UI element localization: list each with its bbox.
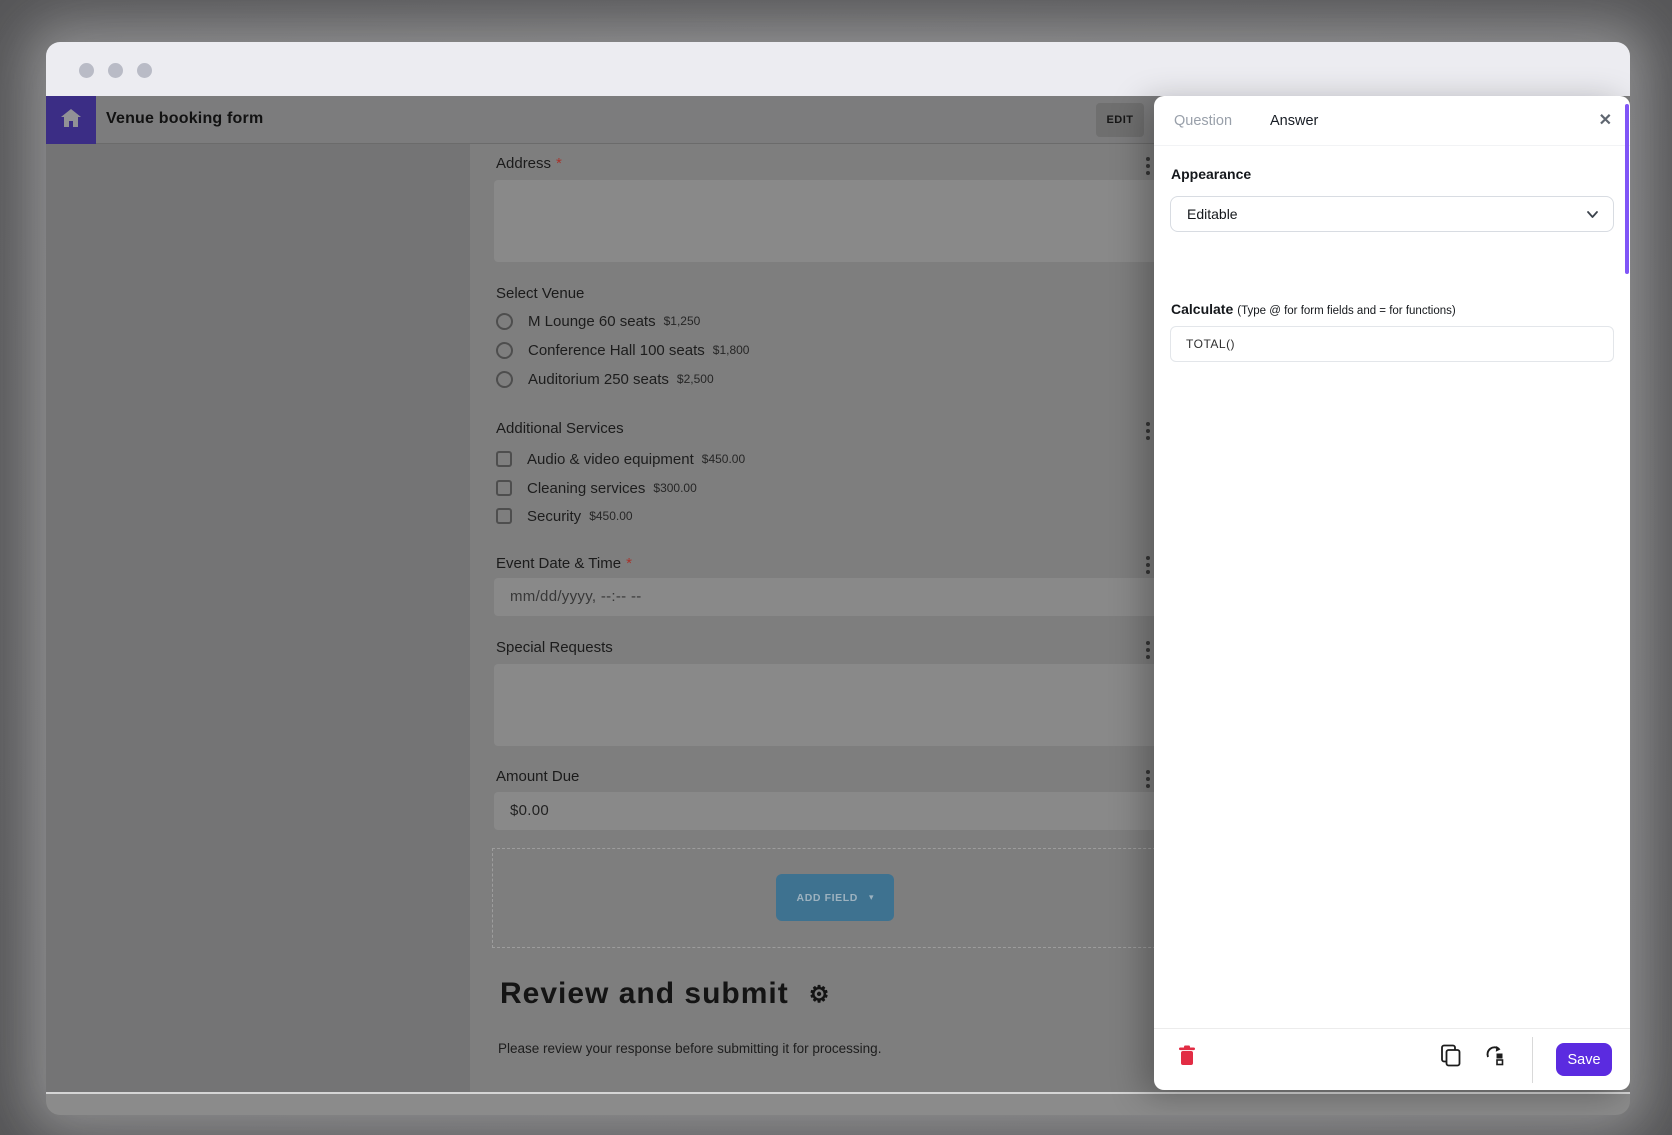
duplicate-field-button[interactable] — [1440, 1044, 1462, 1070]
add-field-button[interactable]: ADD FIELD ▾ — [776, 874, 894, 921]
checkbox-icon[interactable] — [496, 480, 512, 496]
tab-answer[interactable]: Answer — [1270, 113, 1318, 129]
checkbox-icon[interactable] — [496, 508, 512, 524]
gear-icon[interactable]: ⚙ — [809, 981, 831, 1008]
window-control-dot — [79, 63, 94, 78]
service-option-3[interactable]: Security $450.00 — [496, 504, 633, 528]
required-mark: * — [556, 155, 562, 172]
appearance-selected-value: Editable — [1187, 206, 1238, 222]
datetime-placeholder: mm/dd/yyyy, --:-- -- — [510, 588, 642, 605]
field-menu-icon[interactable] — [1146, 422, 1154, 440]
radio-icon[interactable] — [496, 313, 513, 330]
edit-button[interactable]: EDIT — [1096, 103, 1144, 137]
service-option-1[interactable]: Audio & video equipment $450.00 — [496, 447, 745, 471]
venue-option-3[interactable]: Auditorium 250 seats $2,500 — [496, 367, 714, 391]
field-label-select-venue: Select Venue — [496, 285, 584, 302]
save-button[interactable]: Save — [1556, 1043, 1612, 1076]
field-label-special-requests: Special Requests — [496, 639, 613, 656]
panel-footer: Save — [1154, 1028, 1630, 1090]
window-control-dot — [108, 63, 123, 78]
field-menu-icon[interactable] — [1146, 770, 1154, 788]
venue-option-2[interactable]: Conference Hall 100 seats $1,800 — [496, 338, 749, 362]
chevron-down-icon — [1586, 208, 1599, 226]
field-menu-icon[interactable] — [1146, 556, 1154, 574]
panel-tab-bar: Question Answer ✕ — [1154, 96, 1630, 146]
calculate-label: Calculate(Type @ for form fields and = f… — [1171, 301, 1456, 317]
footer-divider — [1532, 1037, 1533, 1083]
left-rail — [46, 144, 470, 1092]
calculate-hint: (Type @ for form fields and = for functi… — [1237, 305, 1455, 317]
radio-icon[interactable] — [496, 371, 513, 388]
panel-scrollbar-thumb[interactable] — [1625, 104, 1629, 274]
service-option-2[interactable]: Cleaning services $300.00 — [496, 476, 697, 500]
field-settings-panel: Question Answer ✕ Appearance Editable Ca… — [1154, 96, 1630, 1090]
page-title: Venue booking form — [106, 110, 263, 128]
field-label-additional-services: Additional Services — [496, 420, 624, 437]
trash-icon — [1178, 1054, 1196, 1069]
home-icon — [60, 108, 82, 133]
appearance-select[interactable]: Editable — [1170, 196, 1614, 232]
amount-due-value: $0.00 — [510, 802, 549, 819]
review-description: Please review your response before submi… — [498, 1041, 881, 1056]
field-label-address: Address* — [496, 155, 562, 172]
field-label-amount-due: Amount Due — [496, 768, 579, 785]
field-label-event-datetime: Event Date & Time* — [496, 555, 632, 572]
required-mark: * — [626, 555, 632, 572]
appearance-label: Appearance — [1171, 166, 1251, 182]
app-window: Venue booking form EDIT Address* Select … — [46, 42, 1630, 1115]
calculate-input[interactable]: TOTAL() — [1170, 326, 1614, 362]
field-menu-icon[interactable] — [1146, 641, 1154, 659]
home-button[interactable] — [46, 96, 96, 144]
window-control-dot — [137, 63, 152, 78]
radio-icon[interactable] — [496, 342, 513, 359]
window-titlebar — [46, 42, 1630, 96]
review-section-title: Review and submit ⚙ — [500, 977, 830, 1011]
field-menu-icon[interactable] — [1146, 157, 1154, 175]
window-footer-band — [46, 1092, 1630, 1115]
close-icon[interactable]: ✕ — [1599, 110, 1612, 130]
venue-option-1[interactable]: M Lounge 60 seats $1,250 — [496, 309, 700, 333]
tab-question[interactable]: Question — [1174, 113, 1232, 129]
swap-field-icon — [1484, 1054, 1507, 1069]
swap-field-type-button[interactable] — [1484, 1045, 1507, 1069]
calculate-value: TOTAL() — [1186, 337, 1235, 351]
caret-down-icon: ▾ — [869, 892, 874, 903]
copy-icon — [1440, 1055, 1462, 1070]
checkbox-icon[interactable] — [496, 451, 512, 467]
delete-field-button[interactable] — [1178, 1045, 1196, 1069]
